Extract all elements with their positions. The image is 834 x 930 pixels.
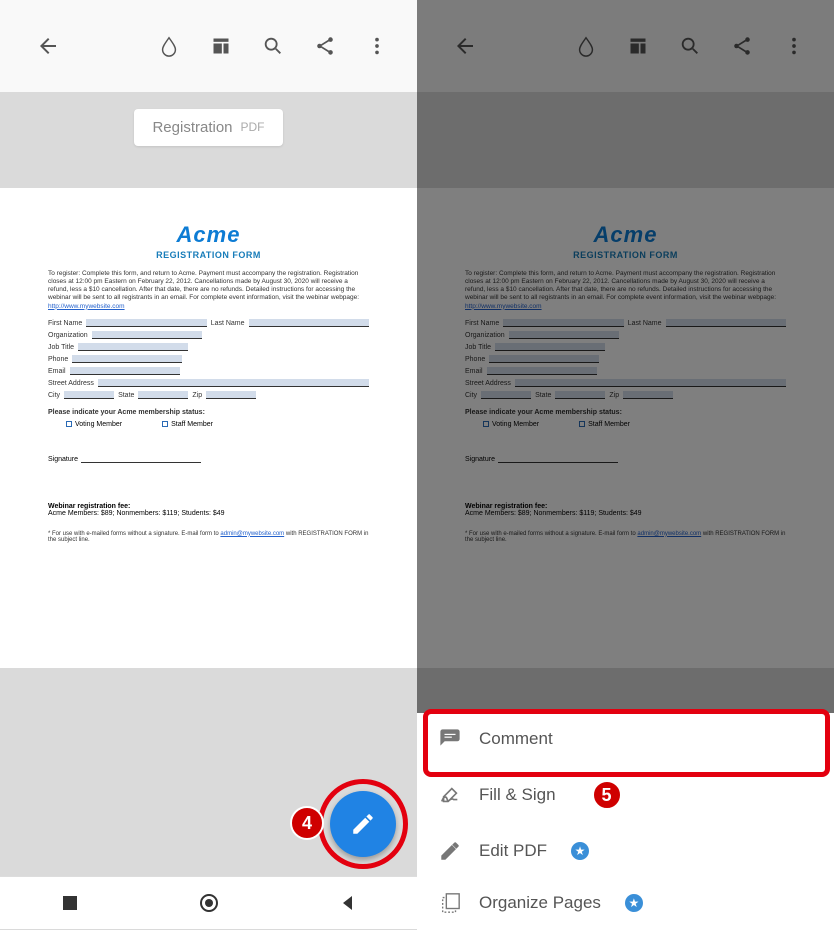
left-pane: Registration PDF Acme REGISTRATION FORM … [0,0,417,929]
nav-home[interactable] [197,891,221,915]
zip-field[interactable] [206,391,256,399]
action-fill-sign[interactable]: Fill & Sign 5 [417,765,834,825]
jobtitle-field[interactable] [78,343,188,351]
doc-title: Registration [152,119,232,136]
staff-member-checkbox[interactable]: Staff Member [162,421,213,428]
star-icon: ★ [625,894,643,912]
fee-details: Acme Members: $89; Nonmembers: $119; Stu… [48,510,369,517]
back-button[interactable] [26,24,70,68]
state-field[interactable] [138,391,188,399]
organization-field[interactable] [92,331,202,339]
street-field[interactable] [98,379,369,387]
logo: Acme [48,222,369,248]
instructions: To register: Complete this form, and ret… [48,270,369,311]
search-icon[interactable] [251,24,295,68]
footnote: * For use with e-mailed forms without a … [48,531,369,543]
voting-member-checkbox[interactable]: Voting Member [66,421,122,428]
email-field[interactable] [70,367,180,375]
fab-container [330,791,396,857]
signature-line[interactable] [81,456,201,463]
action-label: Edit PDF [479,841,547,861]
membership-prompt: Please indicate your Acme membership sta… [48,409,369,416]
phone-field[interactable] [72,355,182,363]
action-label: Comment [479,729,553,749]
action-edit-pdf[interactable]: Edit PDF ★ [417,825,834,877]
action-label: Fill & Sign [479,785,556,805]
liquid-mode-icon[interactable] [147,24,191,68]
toolbar [0,0,417,92]
doc-badge-area: Registration PDF [0,92,417,162]
nav-back[interactable] [336,891,360,915]
annotation-badge-4: 4 [290,806,324,840]
right-pane: Acme REGISTRATION FORM To register: Comp… [417,0,834,929]
share-icon[interactable] [303,24,347,68]
nav-recent[interactable] [58,891,82,915]
annotation-badge-5: 5 [592,780,622,810]
document-badge[interactable]: Registration PDF [134,109,282,146]
webpage-link[interactable]: http://www.mywebsite.com [48,303,125,310]
actions-sheet: Comment Fill & Sign 5 Edit PDF ★ Organiz… [417,713,834,929]
document-area: Acme REGISTRATION FORM To register: Comp… [0,162,417,730]
doc-type: PDF [241,120,265,134]
more-icon[interactable] [355,24,399,68]
last-name-field[interactable] [249,319,369,327]
form-title: REGISTRATION FORM [48,250,369,260]
action-comment[interactable]: Comment [417,713,834,765]
annotation-ring [318,779,408,869]
first-name-field[interactable] [86,319,206,327]
action-label: Organize Pages [479,893,601,913]
star-icon: ★ [571,842,589,860]
city-field[interactable] [64,391,114,399]
android-nav [0,876,417,929]
action-organize[interactable]: Organize Pages ★ [417,877,834,929]
layout-icon[interactable] [199,24,243,68]
pdf-page[interactable]: Acme REGISTRATION FORM To register: Comp… [0,188,417,668]
fee-label: Webinar registration fee: [48,503,369,510]
